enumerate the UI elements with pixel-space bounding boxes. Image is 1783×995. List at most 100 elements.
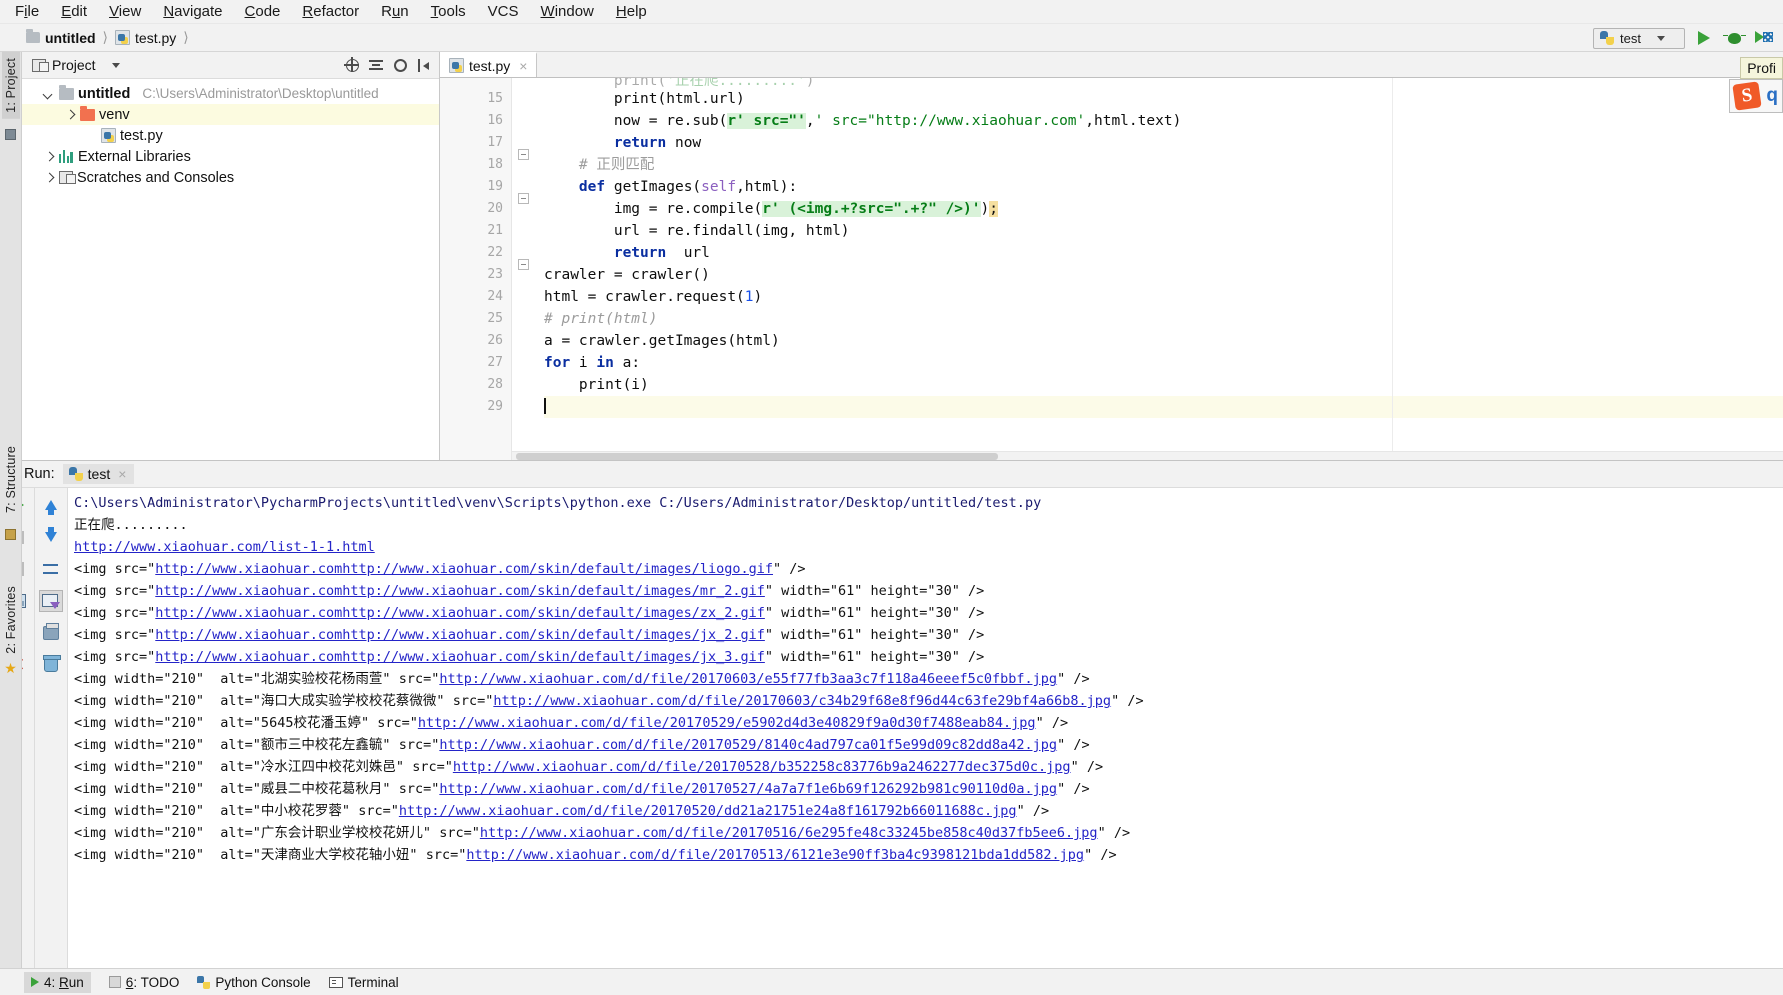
menu-item-refactor[interactable]: Refactor — [291, 1, 370, 22]
console-link[interactable]: http://www.xiaohuar.com/d/file/20170603/… — [493, 693, 1111, 709]
tree-item-test-py[interactable]: test.py — [22, 125, 439, 146]
editor-body[interactable]: 15 16 17 18 19 20 21 22 23 24 25 26 27 28 29 print('正在… — [440, 78, 1783, 460]
code-line[interactable]: return now — [544, 132, 1783, 154]
code-line[interactable]: crawler = crawler() — [544, 264, 1783, 286]
console-line[interactable]: <img width="210" alt="冷水江四中校花刘姝邑" src="h… — [74, 756, 1783, 778]
code-line[interactable]: a = crawler.getImages(html) — [544, 330, 1783, 352]
sidebar-item-structure-tab[interactable]: 7: Structure — [2, 440, 20, 519]
code-line[interactable]: print('正在爬.........') — [544, 78, 1783, 88]
status-bar-item-python-console[interactable]: Python Console — [197, 975, 311, 990]
console-line[interactable]: <img src="http://www.xiaohuar.comhttp://… — [74, 602, 1783, 624]
menu-item-navigate[interactable]: Navigate — [152, 1, 233, 22]
scroll-from-source-button[interactable] — [343, 56, 361, 74]
chevron-right-icon[interactable] — [42, 171, 55, 184]
status-bar-item-6-todo[interactable]: 6: TODO — [108, 975, 179, 990]
console-line[interactable]: <img src="http://www.xiaohuar.comhttp://… — [74, 580, 1783, 602]
structure-strip-icon[interactable] — [5, 128, 16, 140]
chevron-right-icon[interactable] — [63, 108, 76, 121]
code-line[interactable]: # print(html) — [544, 308, 1783, 330]
chevron-down-icon[interactable] — [1656, 35, 1665, 41]
tree-item-external-libraries[interactable]: External Libraries — [22, 146, 439, 167]
code-line[interactable]: # 正则匹配 — [544, 154, 1783, 176]
console-link[interactable]: http://www.xiaohuar.com/d/file/20170513/… — [466, 847, 1084, 863]
console-line[interactable]: <img width="210" alt="5645校花潘玉婷" src="ht… — [74, 712, 1783, 734]
console-link[interactable]: http://www.xiaohuar.com/d/file/20170603/… — [439, 671, 1057, 687]
console-line[interactable]: <img width="210" alt="威县二中校花葛秋月" src="ht… — [74, 778, 1783, 800]
console-link[interactable]: http://www.xiaohuar.com/d/file/20170529/… — [418, 715, 1036, 731]
fold-marker[interactable] — [518, 149, 529, 160]
console-output[interactable]: C:\Users\Administrator\PycharmProjects\u… — [68, 488, 1783, 968]
console-line[interactable]: <img width="210" alt="北湖实验校花杨雨萱" src="ht… — [74, 668, 1783, 690]
console-link[interactable]: http://www.xiaohuar.com/d/file/20170528/… — [453, 759, 1071, 775]
status-bar-item-4-run[interactable]: 4: Run — [24, 971, 91, 993]
console-line[interactable]: <img src="http://www.xiaohuar.comhttp://… — [74, 646, 1783, 668]
console-link[interactable]: http://www.xiaohuar.comhttp://www.xiaohu… — [155, 605, 765, 621]
settings-button[interactable] — [391, 56, 409, 74]
console-link[interactable]: http://www.xiaohuar.com/d/file/20170516/… — [480, 825, 1098, 841]
editor-horizontal-scrollbar[interactable] — [512, 451, 1783, 460]
console-link[interactable]: http://www.xiaohuar.comhttp://www.xiaohu… — [155, 627, 765, 643]
console-link[interactable]: http://www.xiaohuar.comhttp://www.xiaohu… — [155, 561, 773, 577]
menu-item-run[interactable]: Run — [370, 1, 420, 22]
fold-marker[interactable] — [518, 259, 529, 270]
menu-item-tools[interactable]: Tools — [420, 1, 477, 22]
editor-gutter[interactable]: 15 16 17 18 19 20 21 22 23 24 25 26 27 28 29 — [440, 78, 512, 460]
tree-item-scratches-and-consoles[interactable]: Scratches and Consoles — [22, 167, 439, 188]
console-link[interactable]: http://www.xiaohuar.com/list-1-1.html — [74, 539, 375, 555]
console-link[interactable]: http://www.xiaohuar.com/d/file/20170529/… — [439, 737, 1057, 753]
scroll-to-end-button[interactable] — [39, 590, 63, 612]
chevron-down-icon[interactable] — [111, 62, 120, 68]
run-tab-test[interactable]: test × — [62, 464, 135, 484]
collapse-all-button[interactable] — [367, 56, 385, 74]
console-line[interactable]: 正在爬......... — [74, 514, 1783, 536]
console-line[interactable]: <img src="http://www.xiaohuar.comhttp://… — [74, 558, 1783, 580]
star-icon[interactable]: ★ — [4, 660, 17, 677]
code-line[interactable]: for i in a: — [544, 352, 1783, 374]
console-line[interactable]: <img width="210" alt="海口大成实验学校校花蔡微微" src… — [74, 690, 1783, 712]
console-line[interactable]: <img width="210" alt="天津商业大学校花轴小妞" src="… — [74, 844, 1783, 866]
project-tree[interactable]: untitled C:\Users\Administrator\Desktop\u… — [22, 79, 439, 460]
console-link[interactable]: http://www.xiaohuar.com/d/file/20170520/… — [399, 803, 1017, 819]
close-icon[interactable]: × — [519, 58, 527, 74]
menu-item-help[interactable]: Help — [605, 1, 658, 22]
fold-marker[interactable] — [518, 193, 529, 204]
menu-item-window[interactable]: Window — [530, 1, 605, 22]
editor-fold-column[interactable] — [512, 78, 538, 460]
run-configuration-selector[interactable]: test — [1593, 27, 1685, 49]
code-line[interactable] — [544, 396, 1783, 418]
code-line[interactable]: print(html.url) — [544, 88, 1783, 110]
console-link[interactable]: http://www.xiaohuar.com/d/file/20170527/… — [439, 781, 1057, 797]
scrollbar-thumb[interactable] — [516, 453, 998, 460]
menu-item-view[interactable]: View — [98, 1, 152, 22]
code-line[interactable]: return url — [544, 242, 1783, 264]
tree-item-untitled[interactable]: untitled C:\Users\Administrator\Desktop\u… — [22, 83, 439, 104]
console-line[interactable]: <img width="210" alt="额市三中校花左鑫毓" src="ht… — [74, 734, 1783, 756]
sidebar-item-project-tab[interactable]: 1: Project — [1, 52, 20, 119]
code-line[interactable]: url = re.findall(img, html) — [544, 220, 1783, 242]
debug-button[interactable] — [1722, 27, 1746, 49]
console-line[interactable]: http://www.xiaohuar.com/list-1-1.html — [74, 536, 1783, 558]
code-line[interactable]: img = re.compile(r' (<img.+?src=".+?" />… — [544, 198, 1783, 220]
menu-item-file[interactable]: File — [4, 1, 50, 22]
scroll-up-button[interactable] — [39, 494, 63, 516]
tree-item-venv[interactable]: venv — [22, 104, 439, 125]
clear-all-button[interactable] — [39, 654, 63, 676]
structure-strip-icon[interactable] — [5, 529, 16, 541]
menu-item-code[interactable]: Code — [234, 1, 292, 22]
scroll-down-button[interactable] — [39, 526, 63, 548]
code-line[interactable]: html = crawler.request(1) — [544, 286, 1783, 308]
console-line[interactable]: <img width="210" alt="广东会计职业学校校花妍儿" src=… — [74, 822, 1783, 844]
console-line[interactable]: C:\Users\Administrator\PycharmProjects\u… — [74, 492, 1783, 514]
close-icon[interactable]: × — [118, 466, 126, 482]
menu-item-vcs[interactable]: VCS — [477, 1, 530, 22]
soft-wrap-button[interactable] — [39, 558, 63, 580]
sogou-ime-popup[interactable]: S q — [1729, 79, 1783, 113]
editor-tab-test-py[interactable]: test.py × — [440, 52, 538, 77]
chevron-right-icon[interactable] — [42, 150, 55, 163]
code-line[interactable]: def getImages(self,html): — [544, 176, 1783, 198]
editor-code-area[interactable]: print('正在爬.........') print(html.url) no… — [538, 78, 1783, 460]
console-link[interactable]: http://www.xiaohuar.comhttp://www.xiaohu… — [155, 583, 765, 599]
profile-button[interactable] — [1753, 27, 1775, 49]
console-line[interactable]: <img src="http://www.xiaohuar.comhttp://… — [74, 624, 1783, 646]
code-line[interactable]: now = re.sub(r' src="',' src="http://www… — [544, 110, 1783, 132]
